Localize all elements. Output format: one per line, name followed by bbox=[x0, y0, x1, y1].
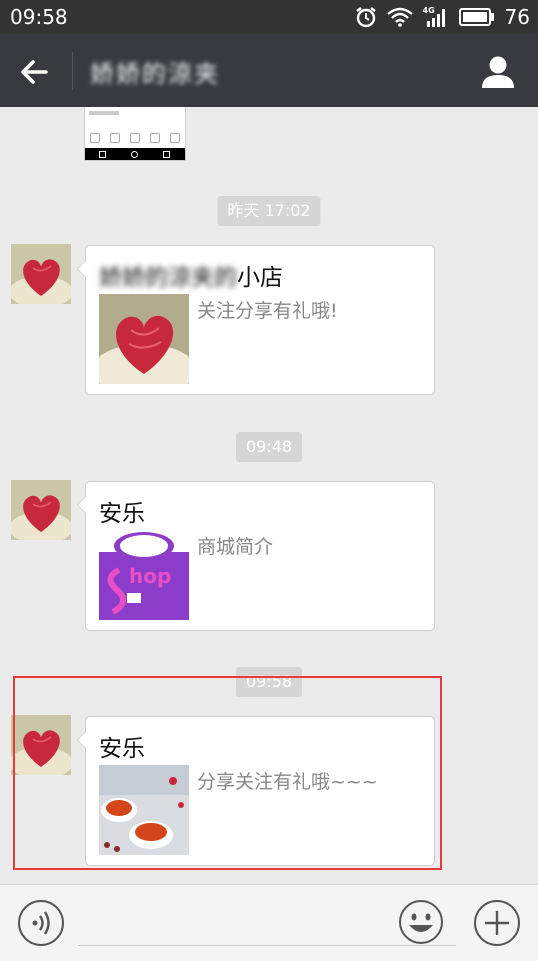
card-title: 娇娇的涼夹的小店 bbox=[99, 258, 283, 292]
status-icons: 4G 76 bbox=[355, 4, 530, 30]
status-time: 09:58 bbox=[10, 5, 68, 29]
back-arrow-icon[interactable] bbox=[14, 52, 54, 92]
timestamp: 昨天 17:02 bbox=[217, 196, 321, 226]
message-input[interactable] bbox=[78, 945, 456, 946]
signal-icon: 4G bbox=[423, 6, 449, 28]
card-title-blurred: 娇娇的涼夹的 bbox=[99, 265, 237, 291]
status-bar: 09:58 4G 76 bbox=[0, 0, 538, 34]
card-title-visible: 小店 bbox=[237, 265, 283, 291]
message-card[interactable]: 娇娇的涼夹的小店 关注分享有礼哦! bbox=[77, 245, 435, 395]
chat-title: 娇娇的涼夹 bbox=[90, 60, 220, 88]
card-description: 关注分享有礼哦! bbox=[197, 300, 338, 322]
message-card[interactable]: 安乐 hop 商城简介 bbox=[77, 481, 435, 631]
heart-cake-image bbox=[99, 294, 189, 384]
previous-message-thumbnail[interactable] bbox=[84, 107, 186, 161]
battery-icon bbox=[458, 8, 494, 26]
title-divider bbox=[72, 52, 73, 90]
avatar[interactable] bbox=[11, 244, 71, 304]
emoji-icon[interactable] bbox=[398, 899, 444, 945]
battery-percent: 76 bbox=[504, 5, 530, 29]
avatar[interactable] bbox=[11, 480, 71, 540]
highlight-box bbox=[13, 676, 442, 870]
card-title: 安乐 bbox=[99, 494, 145, 528]
shop-bag-image: hop bbox=[99, 530, 189, 620]
voice-icon[interactable] bbox=[17, 899, 65, 947]
title-bar: 娇娇的涼夹 bbox=[0, 34, 538, 107]
timestamp: 09:48 bbox=[235, 432, 303, 462]
wifi-icon bbox=[386, 7, 413, 27]
add-icon[interactable] bbox=[473, 899, 521, 947]
shop-text: hop bbox=[129, 564, 172, 588]
card-description: 商城简介 bbox=[197, 536, 274, 558]
profile-icon[interactable] bbox=[478, 52, 518, 92]
card-title-visible: 安乐 bbox=[99, 501, 145, 527]
input-bar bbox=[0, 884, 538, 961]
alarm-icon bbox=[355, 7, 376, 28]
